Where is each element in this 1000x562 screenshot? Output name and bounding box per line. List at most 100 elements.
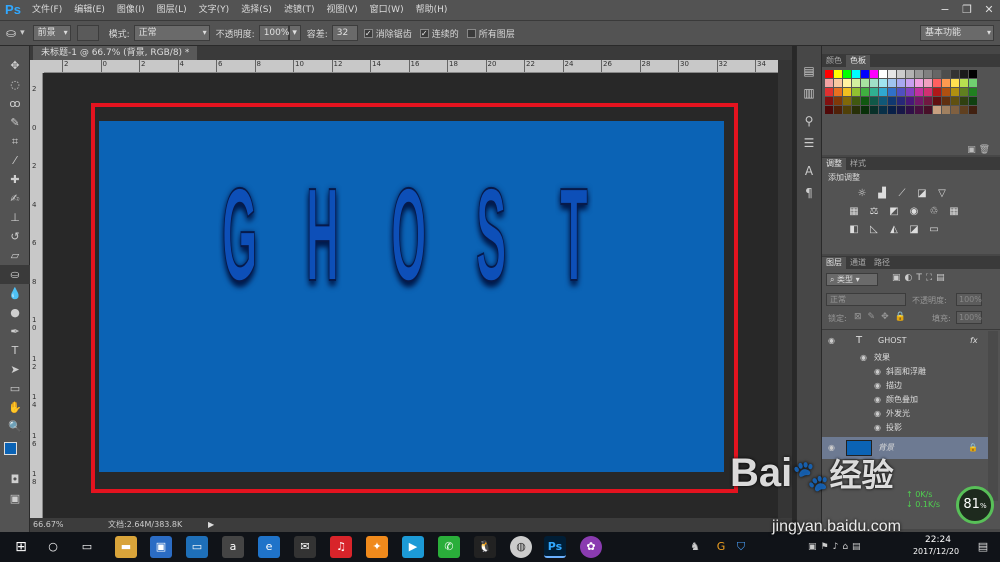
type-tool-icon[interactable]: T [0, 341, 30, 360]
color-swatch[interactable] [834, 70, 842, 78]
dodge-tool-icon[interactable]: ● [0, 303, 30, 322]
photo-filter-icon[interactable]: ◉ [907, 206, 921, 218]
color-swatch[interactable] [933, 70, 941, 78]
black-white-icon[interactable]: ◩ [887, 206, 901, 218]
threshold-icon[interactable]: ◭ [887, 224, 901, 236]
color-swatch[interactable] [861, 106, 869, 114]
zoom-level[interactable]: 66.67% [33, 518, 64, 532]
workspace-select[interactable]: 基本功能 [920, 25, 994, 41]
qq-icon[interactable]: 🐧 [474, 536, 496, 558]
levels-icon[interactable]: ▟ [875, 188, 889, 200]
color-swatch[interactable] [924, 97, 932, 105]
notification-icon[interactable]: ▤ [972, 536, 994, 558]
color-swatch[interactable] [870, 106, 878, 114]
menu-item[interactable]: 滤镜(T) [278, 0, 321, 20]
properties-panel-icon[interactable]: ▥ [797, 82, 821, 104]
visibility-eye-icon[interactable]: ◉ [874, 393, 881, 407]
tab-styles[interactable]: 样式 [846, 158, 870, 170]
color-swatch[interactable] [933, 97, 941, 105]
clone-stamp-tool-icon[interactable]: ⊥ [0, 208, 30, 227]
status-menu-arrow-icon[interactable]: ▶ [208, 518, 214, 532]
visibility-eye-icon[interactable]: ◉ [874, 365, 881, 379]
menu-item[interactable]: 图像(I) [111, 0, 151, 20]
hand-tool-icon[interactable]: ✋ [0, 398, 30, 417]
color-swatch[interactable] [861, 79, 869, 87]
visibility-eye-icon[interactable]: ◉ [828, 331, 835, 351]
menu-item[interactable]: 选择(S) [235, 0, 278, 20]
color-swatch[interactable] [870, 70, 878, 78]
color-swatch[interactable] [888, 79, 896, 87]
mode-select[interactable]: 正常 [133, 25, 210, 41]
color-lookup-icon[interactable]: ▦ [947, 206, 961, 218]
posterize-icon[interactable]: ◺ [867, 224, 881, 236]
pen-tool-icon[interactable]: ✒ [0, 322, 30, 341]
crop-tool-icon[interactable]: ⌗ [0, 132, 30, 151]
color-swatch[interactable] [888, 70, 896, 78]
pattern-picker[interactable] [76, 25, 99, 41]
color-swatch[interactable] [879, 97, 887, 105]
menu-item[interactable]: 窗口(W) [364, 0, 410, 20]
restore-button[interactable]: ❐ [956, 0, 978, 20]
eyedropper-tool-icon[interactable]: ⁄ [0, 151, 30, 170]
store-icon[interactable]: ▣ [150, 536, 172, 558]
vibrance-icon[interactable]: ▽ [935, 188, 949, 200]
color-swatch[interactable] [870, 88, 878, 96]
tolerance-input[interactable]: 32 [331, 25, 358, 41]
tab-swatches[interactable]: 色板 [846, 55, 870, 67]
contiguous-checkbox[interactable]: ✓ [419, 28, 429, 38]
color-swatch[interactable] [897, 79, 905, 87]
color-swatch[interactable] [834, 79, 842, 87]
menu-item[interactable]: 视图(V) [320, 0, 363, 20]
hue-saturation-icon[interactable]: ▦ [847, 206, 861, 218]
color-swatch[interactable] [906, 70, 914, 78]
color-swatch[interactable] [969, 106, 977, 114]
rectangle-tool-icon[interactable]: ▭ [0, 379, 30, 398]
edge-browser-icon[interactable]: e [258, 536, 280, 558]
horizontal-ruler[interactable]: 2024681012141618202224262830323436 [44, 60, 778, 73]
move-tool-icon[interactable]: ✥ [0, 56, 30, 75]
color-app-icon[interactable]: ✿ [580, 536, 602, 558]
color-swatch[interactable] [825, 70, 833, 78]
fill-source-select[interactable]: 前景 [32, 25, 71, 41]
cortana-icon[interactable]: ○ [42, 536, 64, 558]
history-brush-tool-icon[interactable]: ↺ [0, 227, 30, 246]
color-swatch[interactable] [888, 88, 896, 96]
brightness-icon[interactable]: ☼ [855, 188, 869, 200]
paint-bucket-icon[interactable]: ⛀ [6, 26, 16, 40]
selective-color-icon[interactable]: ◪ [907, 224, 921, 236]
color-swatch[interactable] [960, 70, 968, 78]
tab-color[interactable]: 颜色 [822, 55, 846, 67]
zoom-tool-icon[interactable]: 🔍 [0, 417, 30, 436]
color-swatch[interactable] [969, 79, 977, 87]
menu-item[interactable]: 文字(Y) [193, 0, 236, 20]
color-swatch[interactable] [879, 88, 887, 96]
visibility-eye-icon[interactable]: ◉ [874, 379, 881, 393]
gradient-map-icon[interactable]: ▭ [927, 224, 941, 236]
video-player-icon[interactable]: ▶ [402, 536, 424, 558]
effect-bevel-emboss[interactable]: ◉ 斜面和浮雕 [822, 365, 988, 379]
color-swatch[interactable] [843, 79, 851, 87]
app-orange-icon[interactable]: ✦ [366, 536, 388, 558]
color-swatch[interactable] [969, 97, 977, 105]
lock-icons[interactable]: ⊠✎✥🔒 [854, 312, 912, 322]
tool-preset-chevron-icon[interactable]: ▾ [20, 28, 25, 38]
tab-adjustments[interactable]: 调整 [822, 158, 846, 170]
color-swatch[interactable] [933, 88, 941, 96]
photoshop-taskbar-icon[interactable]: Ps [544, 536, 566, 558]
color-swatch[interactable] [942, 106, 950, 114]
tab-channels[interactable]: 通道 [846, 257, 870, 269]
color-swatch[interactable] [942, 97, 950, 105]
channel-mixer-icon[interactable]: ♲ [927, 206, 941, 218]
all-layers-checkbox[interactable] [466, 28, 476, 38]
minimize-button[interactable]: − [934, 0, 956, 20]
blur-tool-icon[interactable]: 💧 [0, 284, 30, 303]
document-tab[interactable]: 未标题-1 @ 66.7% (背景, RGB/8) * [33, 46, 198, 60]
effect-stroke[interactable]: ◉ 描边 [822, 379, 988, 393]
color-swatch[interactable] [915, 106, 923, 114]
blend-mode-select[interactable]: 正常 [826, 293, 906, 306]
menu-item[interactable]: 帮助(H) [410, 0, 454, 20]
effect-drop-shadow[interactable]: ◉ 投影 [822, 421, 988, 435]
color-swatch[interactable] [852, 97, 860, 105]
color-swatch[interactable] [861, 97, 869, 105]
color-swatch[interactable] [852, 79, 860, 87]
